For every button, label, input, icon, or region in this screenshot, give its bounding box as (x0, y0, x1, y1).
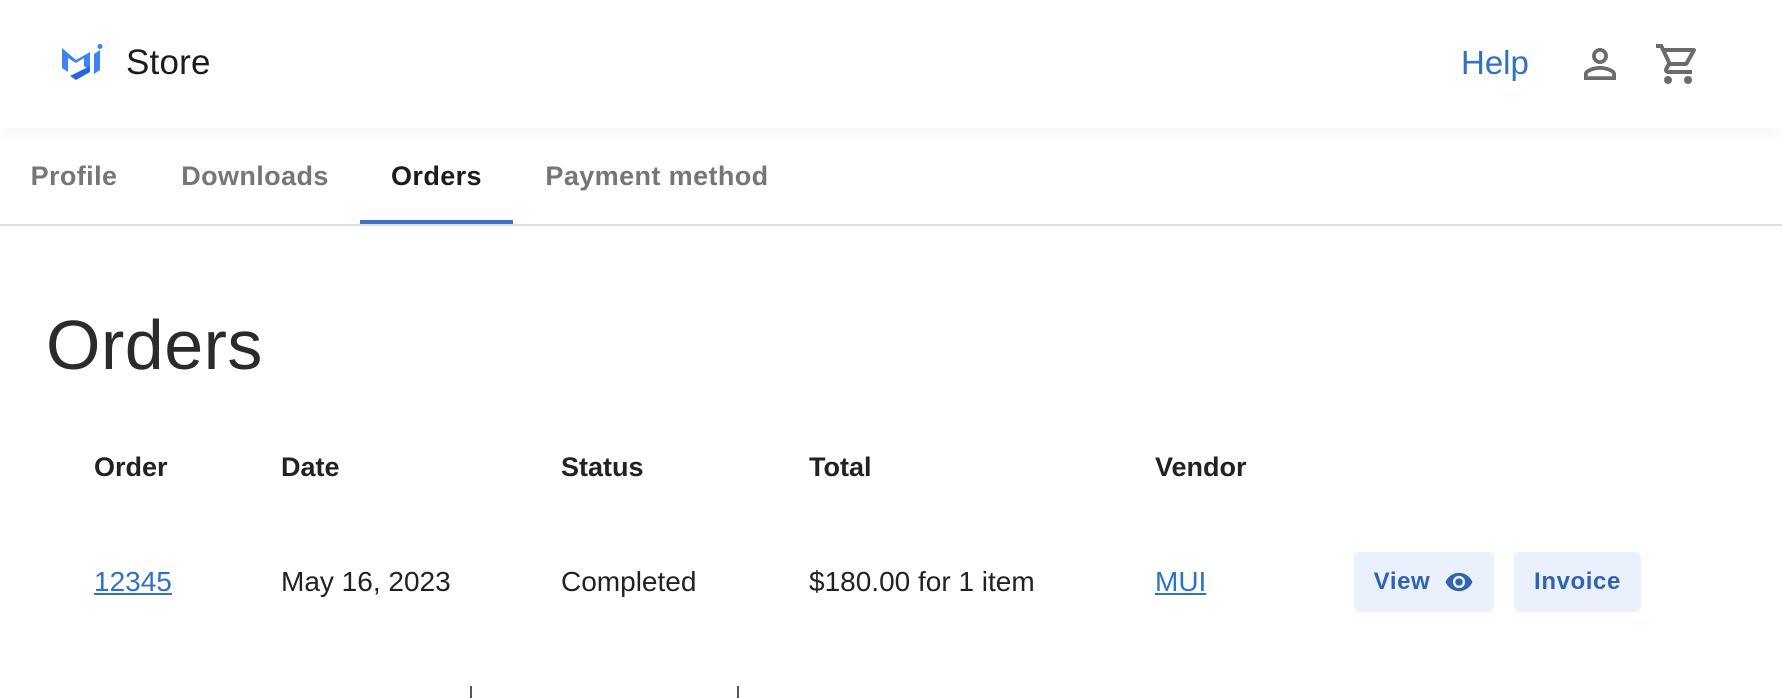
tab-orders[interactable]: Orders (360, 128, 513, 224)
partial-row-edge (737, 686, 739, 698)
order-total: $180.00 for 1 item (809, 566, 1035, 597)
active-tab-indicator (360, 220, 513, 224)
brand-name: Store (126, 43, 211, 82)
invoice-button-label: Invoice (1534, 568, 1621, 595)
account-tabs: Profile Downloads Orders Payment method (0, 128, 1782, 226)
tab-downloads[interactable]: Downloads (160, 128, 350, 224)
order-number-link[interactable]: 12345 (94, 566, 172, 598)
invoice-button[interactable]: Invoice (1514, 552, 1641, 612)
view-order-button[interactable]: View (1354, 552, 1494, 612)
app-bar: Store Help (0, 0, 1782, 128)
eye-icon (1445, 572, 1473, 592)
column-header-vendor: Vendor (1155, 452, 1247, 482)
mui-logo-icon[interactable] (60, 44, 104, 82)
column-header-order: Order (94, 452, 168, 482)
cart-icon[interactable] (1654, 40, 1702, 88)
vendor-link[interactable]: MUI (1155, 566, 1206, 598)
partial-row-edge (470, 686, 472, 698)
help-link[interactable]: Help (1461, 44, 1529, 82)
column-header-status: Status (561, 452, 644, 482)
tab-payment-method[interactable]: Payment method (530, 128, 784, 224)
order-date: May 16, 2023 (281, 566, 451, 597)
view-button-label: View (1373, 568, 1431, 595)
column-header-total: Total (809, 452, 872, 482)
account-icon[interactable] (1576, 40, 1624, 88)
page-title: Orders (46, 306, 263, 384)
order-status: Completed (561, 566, 697, 597)
column-header-date: Date (281, 452, 340, 482)
tab-profile[interactable]: Profile (0, 128, 148, 224)
